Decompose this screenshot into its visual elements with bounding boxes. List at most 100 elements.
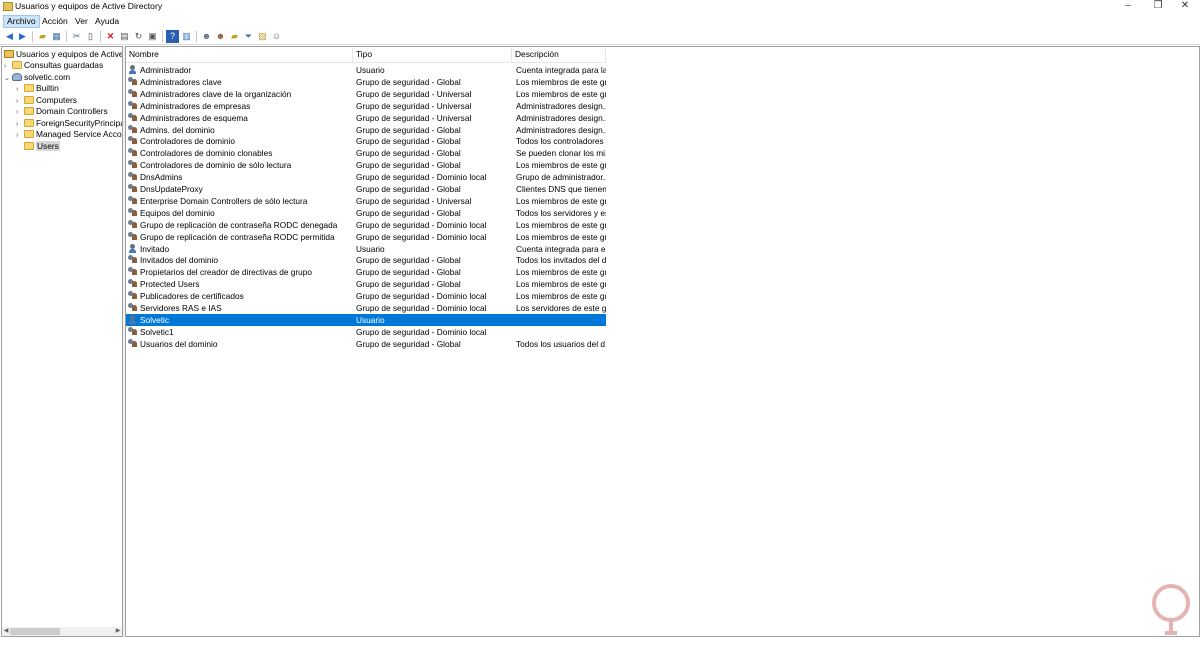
- close-button[interactable]: ✕: [1170, 0, 1200, 14]
- table-row[interactable]: Enterprise Domain Controllers de sólo le…: [126, 195, 606, 207]
- table-row[interactable]: Protected Users Grupo de seguridad - Glob…: [126, 278, 606, 290]
- tree-item-foreign-security-principals[interactable]: › ForeignSecurityPrincipals: [16, 118, 122, 129]
- table-row[interactable]: Grupo de replicación de contraseña RODC …: [126, 231, 606, 243]
- scroll-right-icon[interactable]: ▶: [114, 627, 122, 636]
- tree-item-builtin[interactable]: › Builtin: [16, 83, 59, 94]
- cell-type: Grupo de seguridad - Dominio local: [356, 231, 487, 242]
- tree-item-users[interactable]: Users: [16, 141, 60, 152]
- console-tree: Usuarios y equipos de Active Directory ›…: [1, 46, 123, 637]
- table-row[interactable]: Controladores de dominio clonables Grupo …: [126, 147, 606, 159]
- table-row[interactable]: Administradores clave Grupo de seguridad …: [126, 76, 606, 88]
- restore-button[interactable]: ❐: [1143, 0, 1173, 14]
- table-row[interactable]: Solvetic1 Grupo de seguridad - Dominio lo…: [126, 326, 606, 338]
- show-tree-icon[interactable]: ▦: [50, 30, 63, 43]
- cell-type: Usuario: [356, 65, 385, 75]
- tree-item-managed-service-accounts[interactable]: ›Managed Service Accounts: [16, 129, 122, 141]
- scroll-left-icon[interactable]: ◀: [2, 627, 10, 636]
- row-name: Invitado: [140, 243, 170, 254]
- scroll-thumb[interactable]: [10, 628, 60, 635]
- row-name: Invitados del dominio: [140, 255, 218, 266]
- table-row[interactable]: Administradores de empresas Grupo de segu…: [126, 100, 606, 112]
- table-row[interactable]: Usuarios del dominio Grupo de seguridad -…: [126, 338, 606, 350]
- menu-ayuda[interactable]: Ayuda: [92, 15, 122, 28]
- refresh-icon[interactable]: ↻: [132, 30, 145, 43]
- table-row[interactable]: DnsAdmins Grupo de seguridad - Dominio lo…: [126, 171, 606, 183]
- table-row[interactable]: Controladores de dominio de sólo lectura…: [126, 159, 606, 171]
- help-icon[interactable]: ?: [166, 30, 179, 43]
- snapin-icon: [4, 50, 14, 58]
- row-name: Controladores de dominio de sólo lectura: [140, 160, 292, 171]
- table-row[interactable]: Solvetic Usuario: [126, 313, 606, 326]
- cell-type: Grupo de seguridad - Universal: [356, 195, 472, 206]
- group-icon: [128, 160, 138, 169]
- cell-type: Grupo de seguridad - Global: [356, 136, 461, 147]
- properties-icon[interactable]: ▤: [118, 30, 131, 43]
- cell-type: Grupo de seguridad - Universal: [356, 88, 472, 99]
- new-group-icon[interactable]: ☻: [214, 30, 227, 43]
- tree-root[interactable]: Usuarios y equipos de Active Directory: [4, 49, 122, 60]
- export-list-icon[interactable]: ▣: [146, 30, 159, 43]
- table-row[interactable]: Invitado Usuario Cuenta integrada para el.…: [126, 243, 606, 255]
- chevron-right-icon[interactable]: ›: [16, 107, 24, 118]
- user-icon: [128, 65, 138, 74]
- find-icon[interactable]: ▨: [256, 30, 269, 43]
- cut-icon[interactable]: ✂: [70, 30, 83, 43]
- table-row[interactable]: Administrador Usuario Cuenta integrada par…: [126, 64, 606, 76]
- table-row[interactable]: DnsUpdateProxy Grupo de seguridad - Globa…: [126, 183, 606, 195]
- table-row[interactable]: Administradores de esquema Grupo de segur…: [126, 112, 606, 124]
- table-row[interactable]: Equipos del dominio Grupo de seguridad - …: [126, 207, 606, 219]
- column-header-name[interactable]: Nombre: [126, 47, 353, 63]
- new-ou-icon[interactable]: ▰: [228, 30, 241, 43]
- group-icon: [128, 267, 138, 276]
- table-row[interactable]: Administradores clave de la organización…: [126, 88, 606, 100]
- tree-item-saved-queries[interactable]: › Consultas guardadas: [4, 60, 103, 71]
- cell-type: Grupo de seguridad - Global: [356, 76, 461, 87]
- group-icon: [128, 148, 138, 157]
- up-folder-icon[interactable]: ▰: [36, 30, 49, 43]
- filter-icon[interactable]: ⏷: [242, 30, 255, 43]
- cell-name: Admins. del dominio: [128, 124, 352, 136]
- menu-accion[interactable]: Acción: [39, 15, 71, 28]
- cell-type: Grupo de seguridad - Global: [356, 124, 461, 135]
- cell-name: Administradores de esquema: [128, 112, 352, 124]
- folder-icon: [24, 107, 34, 115]
- tree-item-domain[interactable]: ⌄ solvetic.com: [4, 72, 70, 83]
- cell-name: Solvetic1: [128, 326, 352, 338]
- tree-item-domain-controllers[interactable]: › Domain Controllers: [16, 106, 108, 117]
- menu-archivo[interactable]: Archivo: [3, 15, 40, 28]
- table-row[interactable]: Grupo de replicación de contraseña RODC …: [126, 219, 606, 231]
- new-user-icon[interactable]: ☻: [200, 30, 213, 43]
- chevron-down-icon[interactable]: ⌄: [4, 73, 12, 84]
- cell-name: Propietarios del creador de directivas d…: [128, 266, 352, 278]
- tree-horizontal-scrollbar[interactable]: ◀ ▶: [2, 627, 122, 636]
- delete-icon[interactable]: ✕: [104, 30, 117, 43]
- tree-item-computers[interactable]: › Computers: [16, 95, 77, 106]
- cell-name: Protected Users: [128, 278, 352, 290]
- cell-name: Publicadores de certificados: [128, 290, 352, 302]
- table-row[interactable]: Servidores RAS e IAS Grupo de seguridad -…: [126, 302, 606, 314]
- back-icon[interactable]: ◀: [3, 30, 16, 43]
- row-name: Grupo de replicación de contraseña RODC …: [140, 231, 335, 242]
- cell-description: Cuenta integrada para la...: [516, 65, 606, 75]
- minimize-button[interactable]: –: [1113, 0, 1143, 14]
- chevron-right-icon[interactable]: ›: [4, 61, 12, 72]
- user-icon: [128, 243, 138, 253]
- column-header-description[interactable]: Descripción: [512, 47, 606, 63]
- table-row[interactable]: Publicadores de certificados Grupo de seg…: [126, 290, 606, 302]
- cell-description: Todos los controladores ...: [516, 136, 606, 147]
- chevron-right-icon[interactable]: ›: [16, 84, 24, 95]
- table-row[interactable]: Invitados del dominio Grupo de seguridad …: [126, 254, 606, 266]
- table-row[interactable]: Propietarios del creador de directivas d…: [126, 266, 606, 278]
- cell-description: Los miembros de este gr...: [516, 160, 606, 171]
- column-header-type[interactable]: Tipo: [353, 47, 512, 63]
- table-row[interactable]: Controladores de dominio Grupo de segurid…: [126, 135, 606, 147]
- add-to-group-icon[interactable]: ☺: [270, 30, 283, 43]
- chevron-right-icon[interactable]: ›: [16, 130, 24, 141]
- watermark-logo: [1152, 584, 1190, 635]
- menu-ver[interactable]: Ver: [72, 15, 91, 28]
- table-row[interactable]: Admins. del dominio Grupo de seguridad - …: [126, 124, 606, 136]
- group-icon: [128, 88, 138, 98]
- forward-icon[interactable]: ▶: [16, 30, 29, 43]
- copy-icon[interactable]: ▯: [84, 30, 97, 43]
- mmc-icon[interactable]: ▥: [180, 30, 193, 43]
